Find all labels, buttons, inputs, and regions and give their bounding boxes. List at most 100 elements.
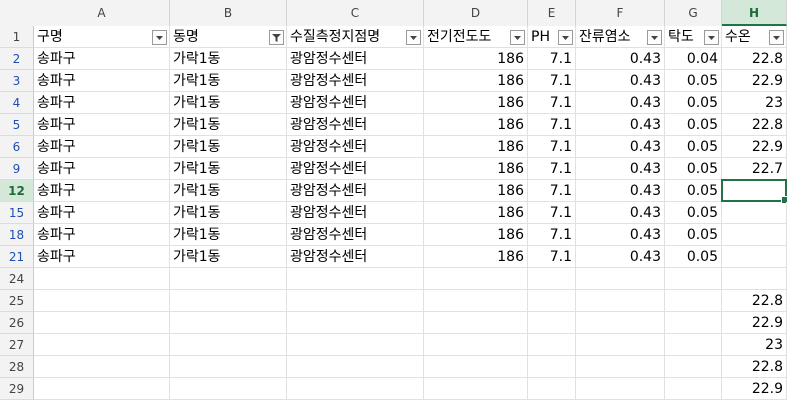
row-number[interactable]: 2 [0,48,34,70]
cell-c[interactable]: 광암정수센터 [287,70,424,92]
cell-e[interactable]: 7.1 [528,180,576,202]
row-number[interactable]: 5 [0,114,34,136]
cell-e[interactable] [528,378,576,400]
column-header-b[interactable]: B [170,0,287,26]
cell-c[interactable]: 광암정수센터 [287,136,424,158]
cell-h[interactable]: 22.9 [722,312,787,334]
cell-g[interactable]: 0.05 [665,224,722,246]
cell-b[interactable]: 가락1동 [170,180,287,202]
cell-h[interactable] [722,180,787,202]
cell-f[interactable] [576,334,665,356]
cell-h[interactable] [722,268,787,290]
cell-f[interactable]: 0.43 [576,92,665,114]
cell-d[interactable] [424,378,528,400]
cell-f[interactable] [576,312,665,334]
cell-a[interactable]: 송파구 [34,114,170,136]
cell-h[interactable] [722,246,787,268]
cell-c[interactable]: 광암정수센터 [287,114,424,136]
cell-c[interactable]: 광암정수센터 [287,158,424,180]
cell-e[interactable] [528,268,576,290]
filter-dropdown-button[interactable] [769,30,784,45]
header-cell-c[interactable]: 수질측정지점명 [287,26,424,48]
header-cell-b[interactable]: 동명 [170,26,287,48]
cell-d[interactable]: 186 [424,158,528,180]
cell-e[interactable]: 7.1 [528,48,576,70]
row-number[interactable]: 26 [0,312,34,334]
cell-e[interactable]: 7.1 [528,224,576,246]
column-header-f[interactable]: F [576,0,665,26]
filter-dropdown-button[interactable] [647,30,662,45]
cell-a[interactable]: 송파구 [34,158,170,180]
cell-a[interactable] [34,268,170,290]
cell-d[interactable]: 186 [424,48,528,70]
cell-h[interactable] [722,224,787,246]
cell-f[interactable] [576,290,665,312]
row-number[interactable]: 21 [0,246,34,268]
row-number[interactable]: 27 [0,334,34,356]
cell-h[interactable]: 22.8 [722,114,787,136]
cell-c[interactable] [287,356,424,378]
header-cell-h[interactable]: 수온 [722,26,787,48]
cell-g[interactable] [665,290,722,312]
cell-f[interactable]: 0.43 [576,224,665,246]
row-number[interactable]: 6 [0,136,34,158]
cell-a[interactable]: 송파구 [34,224,170,246]
row-number[interactable]: 9 [0,158,34,180]
cell-g[interactable] [665,312,722,334]
column-header-d[interactable]: D [424,0,528,26]
cell-f[interactable]: 0.43 [576,136,665,158]
header-cell-g[interactable]: 탁도 [665,26,722,48]
cell-d[interactable] [424,268,528,290]
cell-g[interactable]: 0.05 [665,70,722,92]
cell-f[interactable] [576,356,665,378]
cell-d[interactable]: 186 [424,136,528,158]
filter-dropdown-button[interactable] [269,30,284,45]
cell-f[interactable] [576,378,665,400]
cell-b[interactable] [170,268,287,290]
filter-dropdown-button[interactable] [704,30,719,45]
cell-e[interactable] [528,334,576,356]
cell-g[interactable]: 0.05 [665,158,722,180]
column-header-a[interactable]: A [34,0,170,26]
cell-e[interactable] [528,290,576,312]
filter-dropdown-button[interactable] [152,30,167,45]
cell-h[interactable]: 22.8 [722,48,787,70]
row-number[interactable]: 1 [0,26,34,48]
cell-e[interactable]: 7.1 [528,202,576,224]
cell-b[interactable] [170,334,287,356]
cell-b[interactable]: 가락1동 [170,136,287,158]
cell-d[interactable] [424,334,528,356]
cell-g[interactable]: 0.05 [665,114,722,136]
cell-d[interactable]: 186 [424,202,528,224]
cell-h[interactable] [722,202,787,224]
header-cell-d[interactable]: 전기전도도 [424,26,528,48]
column-header-g[interactable]: G [665,0,722,26]
cell-b[interactable]: 가락1동 [170,246,287,268]
cell-b[interactable] [170,356,287,378]
cell-b[interactable]: 가락1동 [170,48,287,70]
cell-h[interactable]: 23 [722,334,787,356]
cell-c[interactable]: 광암정수센터 [287,246,424,268]
cell-a[interactable] [34,334,170,356]
cell-d[interactable] [424,356,528,378]
header-cell-e[interactable]: PH [528,26,576,48]
row-number[interactable]: 28 [0,356,34,378]
cell-g[interactable]: 0.04 [665,48,722,70]
filter-dropdown-button[interactable] [510,30,525,45]
cell-c[interactable] [287,334,424,356]
cell-c[interactable] [287,378,424,400]
cell-e[interactable] [528,356,576,378]
cell-c[interactable]: 광암정수센터 [287,180,424,202]
cell-d[interactable]: 186 [424,224,528,246]
cell-d[interactable]: 186 [424,180,528,202]
cell-h[interactable]: 22.7 [722,158,787,180]
spreadsheet-grid[interactable]: A B C D E F G H 1 구명 동명 수질측정지점명 전기전도도 PH 잔류염소 탁도 수온 2 송파구 가… [0,0,787,405]
cell-c[interactable]: 광암정수센터 [287,48,424,70]
cell-c[interactable]: 광암정수센터 [287,92,424,114]
cell-b[interactable]: 가락1동 [170,202,287,224]
cell-d[interactable]: 186 [424,114,528,136]
cell-f[interactable]: 0.43 [576,202,665,224]
cell-b[interactable]: 가락1동 [170,114,287,136]
cell-c[interactable] [287,268,424,290]
cell-d[interactable]: 186 [424,246,528,268]
